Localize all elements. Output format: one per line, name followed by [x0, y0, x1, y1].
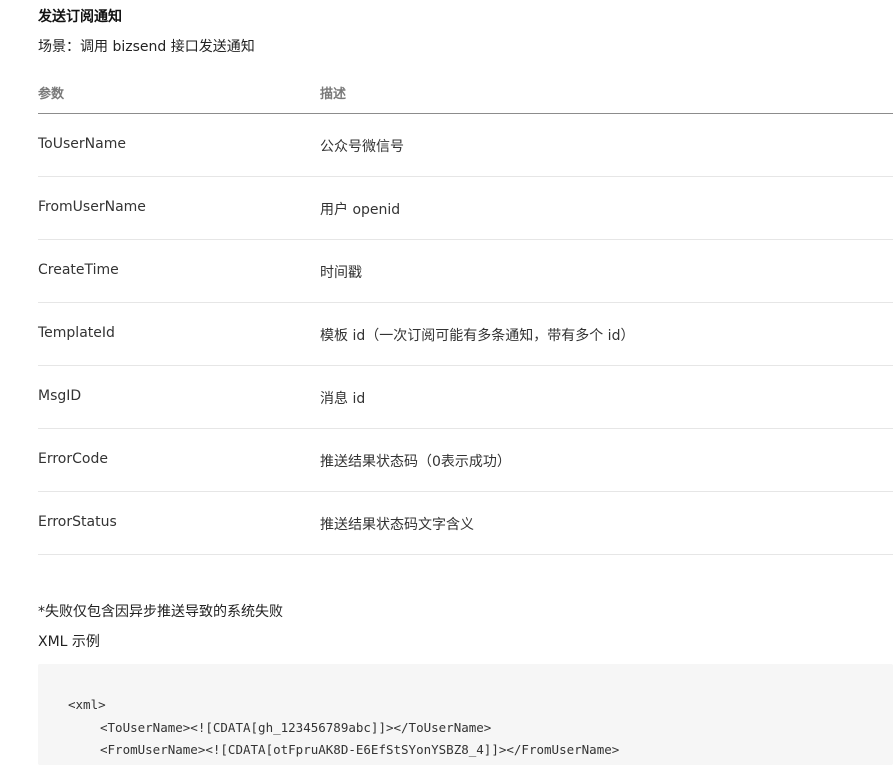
section-title: 发送订阅通知 [38, 9, 122, 25]
header-param: 参数 [38, 87, 65, 102]
scene-description: 场景：调用 bizsend 接口发送通知 [38, 39, 255, 55]
table-row: ErrorCode 推送结果状态码（0表示成功） [38, 429, 893, 492]
xml-example-title: XML 示例 [38, 634, 100, 650]
param-name: CreateTime [38, 262, 119, 278]
xml-code-block[interactable]: <xml> <ToUserName><![CDATA[gh_123456789a… [38, 664, 893, 765]
table-row: ToUserName 公众号微信号 [38, 114, 893, 177]
code-line: <ToUserName><![CDATA[gh_123456789abc]]><… [100, 720, 492, 735]
param-name: ToUserName [38, 136, 126, 152]
param-desc: 用户 openid [320, 202, 401, 218]
code-line: <FromUserName><![CDATA[otFpruAK8D-E6EfSt… [100, 742, 620, 757]
param-name: ErrorCode [38, 451, 108, 467]
doc-page: 发送订阅通知 场景：调用 bizsend 接口发送通知 参数 描述 ToUser… [0, 0, 893, 765]
table-row: CreateTime 时间戳 [38, 240, 893, 303]
param-name: MsgID [38, 388, 82, 404]
param-name: TemplateId [38, 325, 115, 341]
param-desc: 推送结果状态码文字含义 [320, 517, 474, 533]
table-row: TemplateId 模板 id（一次订阅可能有多条通知，带有多个 id） [38, 303, 893, 366]
table-row: FromUserName 用户 openid [38, 177, 893, 240]
table-header: 参数 描述 [38, 70, 893, 114]
param-desc: 时间戳 [320, 265, 362, 281]
param-desc: 公众号微信号 [320, 139, 404, 155]
param-desc: 模板 id（一次订阅可能有多条通知，带有多个 id） [320, 328, 635, 344]
param-desc: 推送结果状态码（0表示成功） [320, 454, 511, 470]
code-line: <xml> [68, 697, 106, 712]
param-desc: 消息 id [320, 391, 366, 407]
params-table: 参数 描述 ToUserName 公众号微信号 FromUserName 用户 … [38, 70, 893, 555]
failure-note: *失败仅包含因异步推送导致的系统失败 [38, 604, 283, 620]
param-name: ErrorStatus [38, 514, 117, 530]
param-name: FromUserName [38, 199, 146, 215]
table-row: ErrorStatus 推送结果状态码文字含义 [38, 492, 893, 555]
header-desc: 描述 [320, 87, 347, 102]
table-row: MsgID 消息 id [38, 366, 893, 429]
